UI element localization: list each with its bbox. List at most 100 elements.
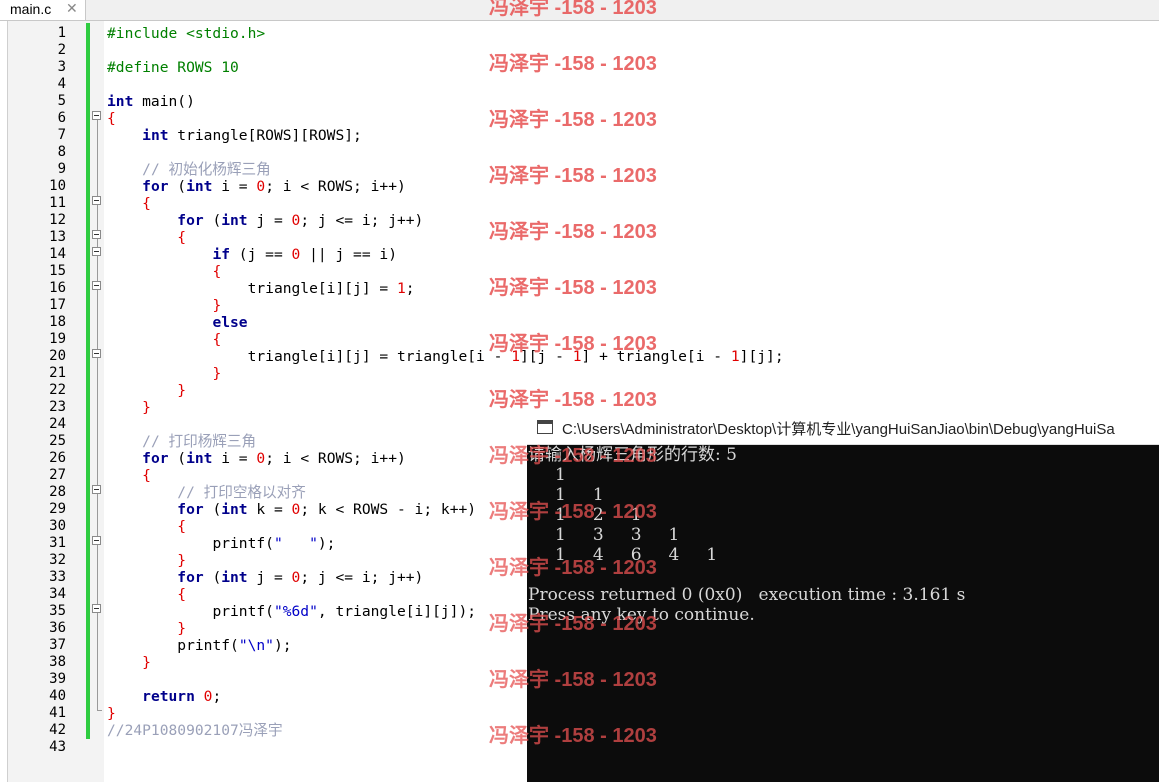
watermark-text: 冯泽宇 -158 - 1203 <box>489 53 657 75</box>
code-line[interactable]: // 初始化杨辉三角 <box>107 161 271 178</box>
code-token: ; i < ROWS; i++) <box>265 178 406 195</box>
fold-toggle-icon[interactable] <box>92 604 101 613</box>
code-line[interactable]: int main() <box>107 93 195 110</box>
line-number: 29 <box>49 501 66 517</box>
code-token: { <box>212 331 222 348</box>
code-line[interactable]: int triangle[ROWS][ROWS]; <box>107 127 362 144</box>
code-token: 0 <box>256 450 266 467</box>
line-number: 24 <box>49 416 66 432</box>
fold-toggle-icon[interactable] <box>92 281 101 290</box>
code-line[interactable]: { <box>107 229 186 246</box>
fold-toggle-icon[interactable] <box>92 349 101 358</box>
line-number: 34 <box>49 586 66 602</box>
code-line[interactable]: printf(" "); <box>107 535 335 552</box>
code-line[interactable]: { <box>107 518 186 535</box>
line-number: 4 <box>57 76 66 92</box>
code-token: { <box>177 518 187 535</box>
line-number: 39 <box>49 671 66 687</box>
code-line[interactable]: triangle[i][j] = 1; <box>107 280 415 297</box>
code-token: int <box>186 450 213 467</box>
fold-toggle-icon[interactable] <box>92 485 101 494</box>
code-line[interactable]: } <box>107 552 186 569</box>
tab-main-c[interactable]: main.c ✕ <box>0 0 86 20</box>
code-line[interactable]: { <box>107 110 116 127</box>
code-line[interactable]: return 0; <box>107 688 221 705</box>
code-token: ; k < ROWS - i; k++) <box>300 501 477 518</box>
code-line[interactable]: #include <stdio.h> <box>107 25 265 42</box>
code-line[interactable]: { <box>107 586 186 603</box>
code-token: // 初始化杨辉三角 <box>142 161 271 178</box>
code-line[interactable]: //24P1080902107冯泽宇 <box>107 722 283 739</box>
code-line[interactable]: // 打印空格以对齐 <box>107 484 306 501</box>
tab-label[interactable]: main.c <box>10 1 51 17</box>
code-line[interactable]: for (int i = 0; i < ROWS; i++) <box>107 178 406 195</box>
line-number: 6 <box>57 110 66 126</box>
watermark-text: 冯泽宇 -158 - 1203 <box>489 109 657 131</box>
code-line[interactable]: } <box>107 399 151 416</box>
code-token: (j == <box>230 246 292 263</box>
fold-toggle-icon[interactable] <box>92 111 101 120</box>
console-app-icon <box>537 420 553 434</box>
code-line[interactable]: { <box>107 263 221 280</box>
code-token: 0 <box>291 246 301 263</box>
watermark-text: 冯泽宇 -158 - 1203 <box>489 501 657 523</box>
line-number: 15 <box>49 263 66 279</box>
fold-toggle-icon[interactable] <box>92 230 101 239</box>
code-line[interactable]: } <box>107 297 221 314</box>
fold-toggle-icon[interactable] <box>92 247 101 256</box>
code-line[interactable]: printf("%6d", triangle[i][j]); <box>107 603 476 620</box>
line-number: 8 <box>57 144 66 160</box>
code-line[interactable]: for (int j = 0; j <= i; j++) <box>107 569 423 586</box>
code-token: ; i < ROWS; i++) <box>265 450 406 467</box>
watermark-text: 冯泽宇 -158 - 1203 <box>489 0 657 19</box>
code-line[interactable]: } <box>107 365 221 382</box>
fold-toggle-icon[interactable] <box>92 196 101 205</box>
code-line[interactable]: if (j == 0 || j == i) <box>107 246 397 263</box>
code-token: { <box>212 263 222 280</box>
code-token: triangle[ROWS][ROWS]; <box>168 127 362 144</box>
code-token: 0 <box>291 212 301 229</box>
code-line[interactable]: } <box>107 705 116 722</box>
code-token: for <box>142 178 169 195</box>
code-token: ; j <= i; j++) <box>300 569 424 586</box>
code-line[interactable]: for (int k = 0; k < ROWS - i; k++) <box>107 501 476 518</box>
code-line[interactable]: else <box>107 314 247 331</box>
code-token: ; j <= i; j++) <box>300 212 424 229</box>
code-token: int <box>221 569 248 586</box>
code-token: ); <box>317 535 336 552</box>
code-token: for <box>177 501 204 518</box>
code-token: { <box>177 229 187 246</box>
fold-toggle-icon[interactable] <box>92 536 101 545</box>
code-line[interactable]: { <box>107 467 151 484</box>
code-line[interactable]: printf("\n"); <box>107 637 291 654</box>
code-token: ( <box>168 178 187 195</box>
line-number: 22 <box>49 382 66 398</box>
code-token: 1 <box>730 348 740 365</box>
code-line[interactable]: } <box>107 382 186 399</box>
code-line[interactable]: { <box>107 331 221 348</box>
close-icon[interactable]: ✕ <box>66 0 78 17</box>
code-token: for <box>142 450 169 467</box>
line-number: 20 <box>49 348 66 364</box>
watermark-text: 冯泽宇 -158 - 1203 <box>489 165 657 187</box>
code-token: 0 <box>291 569 301 586</box>
fold-guide <box>97 120 98 710</box>
console-line: 1 <box>528 465 566 485</box>
code-line[interactable]: } <box>107 654 151 671</box>
code-line[interactable]: #define ROWS 10 <box>107 59 239 76</box>
code-token: } <box>177 620 187 637</box>
code-line[interactable]: for (int i = 0; i < ROWS; i++) <box>107 450 406 467</box>
line-number: 38 <box>49 654 66 670</box>
code-token: } <box>177 552 187 569</box>
code-token: printf( <box>212 603 274 620</box>
line-number: 19 <box>49 331 66 347</box>
watermark-text: 冯泽宇 -158 - 1203 <box>489 613 657 635</box>
code-token: return <box>142 688 195 705</box>
watermark-text: 冯泽宇 -158 - 1203 <box>489 389 657 411</box>
code-line[interactable]: triangle[i][j] = triangle[i - 1][j - 1] … <box>107 348 784 365</box>
code-line[interactable]: for (int j = 0; j <= i; j++) <box>107 212 423 229</box>
code-line[interactable]: // 打印杨辉三角 <box>107 433 256 450</box>
code-line[interactable]: { <box>107 195 151 212</box>
line-number: 7 <box>57 127 66 143</box>
code-line[interactable]: } <box>107 620 186 637</box>
